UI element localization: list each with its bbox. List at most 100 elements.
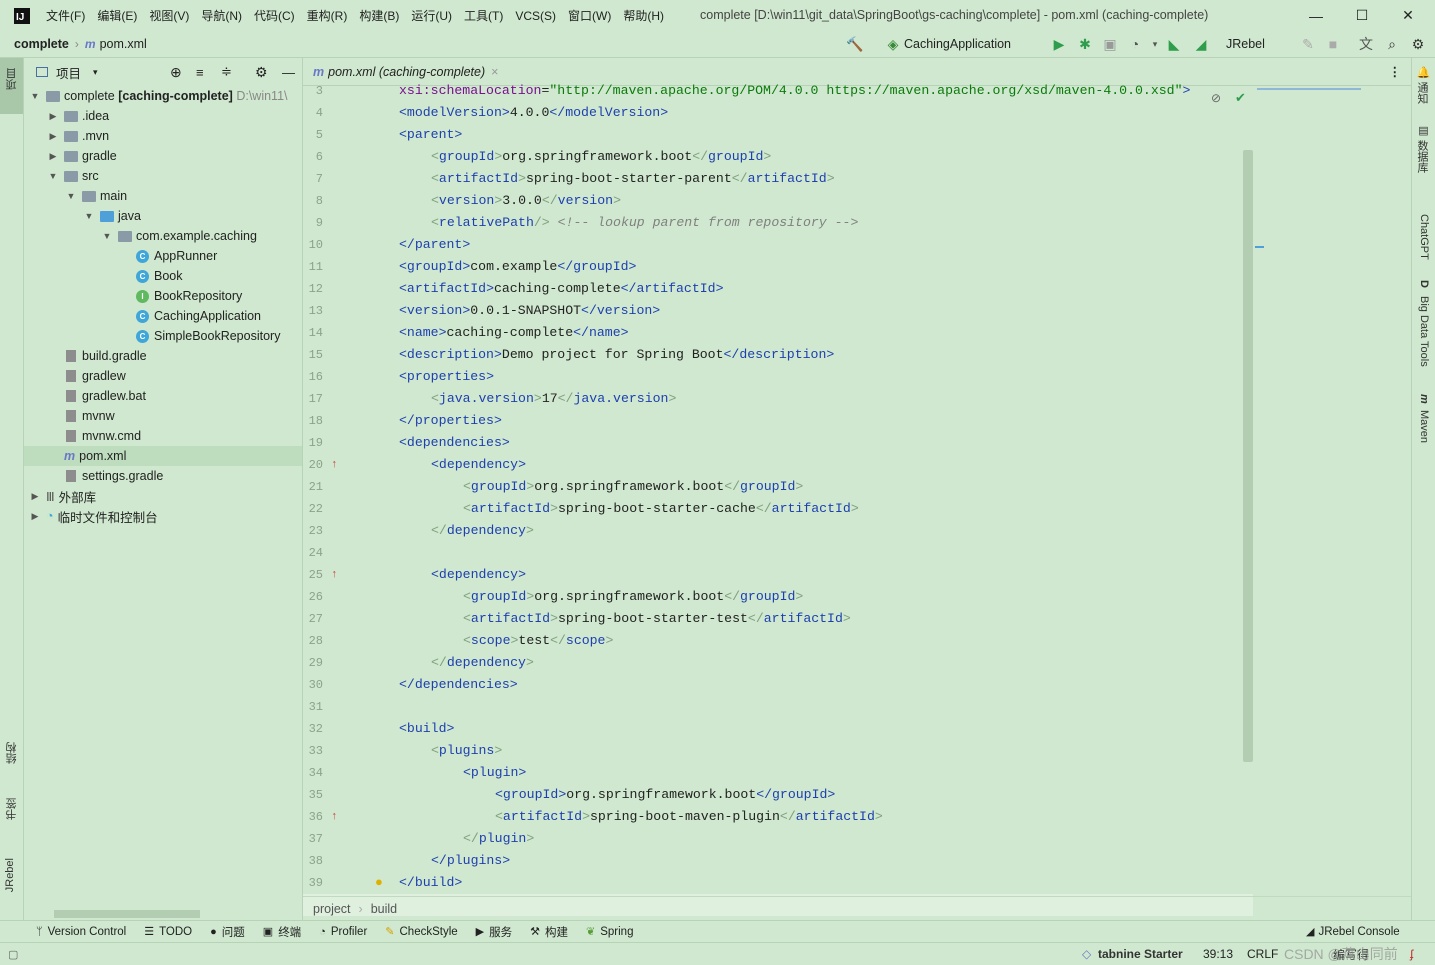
code-line[interactable]: 39 </build> bbox=[303, 872, 1253, 894]
tool-tab-bookmarks[interactable]: 书签 bbox=[4, 798, 20, 820]
code-line[interactable]: 30 </dependencies> bbox=[303, 674, 1253, 696]
hide-panel-icon[interactable]: — bbox=[282, 65, 295, 80]
tool-jrebel-console[interactable]: ◢ JRebel Console bbox=[1306, 925, 1400, 939]
locate-file-icon[interactable]: ⊕ bbox=[170, 64, 182, 81]
chevron-right-icon[interactable]: ▶ bbox=[46, 151, 60, 162]
code-line[interactable]: 8 <version>3.0.0</version> bbox=[303, 190, 1253, 212]
code-line[interactable]: 16 <properties> bbox=[303, 366, 1253, 388]
chevron-down-icon[interactable]: ▼ bbox=[46, 171, 60, 181]
tree-item-java[interactable]: ▼ java bbox=[82, 206, 141, 226]
code-line[interactable]: 17 <java.version>17</java.version> bbox=[303, 388, 1253, 410]
menu-tools[interactable]: 工具(T) bbox=[464, 7, 503, 24]
jrebel-label[interactable]: JRebel bbox=[1226, 37, 1265, 51]
tree-item-cachingapplication[interactable]: C CachingApplication bbox=[136, 306, 261, 326]
tree-item-bookrepository[interactable]: I BookRepository bbox=[136, 286, 242, 306]
project-view-label[interactable]: 项目 bbox=[56, 63, 81, 82]
chevron-down-icon[interactable]: ▼ bbox=[28, 91, 42, 101]
menu-view[interactable]: 视图(V) bbox=[149, 7, 189, 24]
menu-file[interactable]: 文件(F) bbox=[46, 7, 85, 24]
line-separator[interactable]: CRLF bbox=[1247, 947, 1278, 961]
menu-code[interactable]: 代码(C) bbox=[254, 7, 295, 24]
code-line[interactable]: 23 </dependency> bbox=[303, 520, 1253, 542]
tree-item-src[interactable]: ▼ src bbox=[46, 166, 99, 186]
close-tab-icon[interactable]: × bbox=[491, 65, 498, 79]
attach-icon[interactable]: ✎ bbox=[1299, 36, 1317, 52]
tree-item-mvnw[interactable]: mvnw bbox=[64, 406, 115, 426]
code-line[interactable]: 19 <dependencies> bbox=[303, 432, 1253, 454]
code-line[interactable]: 5 <parent> bbox=[303, 124, 1253, 146]
tool-tab-maven[interactable]: Maven bbox=[1418, 410, 1430, 443]
tree-item-pom-xml[interactable]: m pom.xml bbox=[24, 446, 302, 466]
menu-help[interactable]: 帮助(H) bbox=[623, 7, 664, 24]
code-line[interactable]: 25 ↑ <dependency> bbox=[303, 564, 1253, 586]
tree-item-simplebookrepository[interactable]: C SimpleBookRepository bbox=[136, 326, 280, 346]
chevron-right-icon[interactable]: ▶ bbox=[46, 111, 60, 122]
tool-problems[interactable]: ● 问题 bbox=[210, 924, 245, 940]
settings-gear-icon[interactable]: ⚙ bbox=[1409, 36, 1427, 52]
maven-override-gutter-icon[interactable]: ↑ bbox=[331, 564, 338, 586]
close-button[interactable]: ✕ bbox=[1385, 0, 1431, 31]
menu-edit[interactable]: 编辑(E) bbox=[97, 7, 137, 24]
code-line[interactable]: 11 <groupId>com.example</groupId> bbox=[303, 256, 1253, 278]
maven-override-gutter-icon[interactable]: ↑ bbox=[331, 454, 338, 476]
breadcrumb-build[interactable]: build bbox=[371, 902, 397, 916]
code-line[interactable]: 10 </parent> bbox=[303, 234, 1253, 256]
tool-tab-jrebel[interactable]: JRebel bbox=[4, 858, 16, 892]
more-options-icon[interactable]: ⋮ bbox=[1389, 64, 1402, 79]
menu-run[interactable]: 运行(U) bbox=[411, 7, 452, 24]
tool-checkstyle[interactable]: ✎ CheckStyle bbox=[385, 925, 457, 939]
tabnine-status[interactable]: tabnine Starter bbox=[1098, 947, 1183, 961]
code-line[interactable]: 21 <groupId>org.springframework.boot</gro… bbox=[303, 476, 1253, 498]
code-line[interactable]: 7 <artifactId>spring-boot-starter-parent<… bbox=[303, 168, 1253, 190]
debug-icon[interactable]: ✱ bbox=[1076, 36, 1094, 52]
coverage-icon[interactable]: ▣ bbox=[1101, 36, 1119, 52]
editor-tab-pom-xml[interactable]: pom.xml (caching-complete) bbox=[328, 65, 485, 79]
intention-bulb-icon[interactable]: ● bbox=[375, 874, 383, 889]
code-line[interactable]: 35 <groupId>org.springframework.boot</gro… bbox=[303, 784, 1253, 806]
menu-navigate[interactable]: 导航(N) bbox=[201, 7, 242, 24]
tool-build[interactable]: ⚒ 构建 bbox=[530, 924, 568, 940]
code-line[interactable]: 34 <plugin> bbox=[303, 762, 1253, 784]
horizontal-scrollbar[interactable] bbox=[54, 910, 200, 918]
code-line[interactable]: 20 ↑ <dependency> bbox=[303, 454, 1253, 476]
translate-icon[interactable]: 文 bbox=[1357, 36, 1375, 52]
profile-icon[interactable]: ◔ bbox=[1126, 36, 1144, 52]
collapse-all-icon[interactable]: ≑ bbox=[221, 64, 232, 80]
tree-item-apprunner[interactable]: C AppRunner bbox=[136, 246, 217, 266]
tree-item-gradle[interactable]: ▶ gradle bbox=[46, 146, 117, 166]
menu-build[interactable]: 构建(B) bbox=[359, 7, 399, 24]
chevron-down-icon[interactable]: ▼ bbox=[64, 191, 78, 201]
tree-item-mvnw-cmd[interactable]: mvnw.cmd bbox=[64, 426, 141, 446]
build-hammer-icon[interactable]: 🔨 bbox=[846, 36, 864, 52]
chevron-right-icon[interactable]: ▶ bbox=[28, 511, 42, 522]
tree-item-external-libraries[interactable]: ▶ Ⅲ 外部库 bbox=[28, 486, 97, 506]
code-line[interactable]: 27 <artifactId>spring-boot-starter-test</… bbox=[303, 608, 1253, 630]
tree-item-main[interactable]: ▼ main bbox=[64, 186, 128, 206]
code-line[interactable]: 18 </properties> bbox=[303, 410, 1253, 432]
notification-icon[interactable]: ʄ bbox=[1410, 947, 1413, 961]
tree-item-gradlew[interactable]: gradlew bbox=[64, 366, 126, 386]
menu-refactor[interactable]: 重构(R) bbox=[307, 7, 348, 24]
minimize-button[interactable]: — bbox=[1293, 0, 1339, 31]
jrebel-run-icon[interactable]: ◣ bbox=[1165, 36, 1183, 52]
tool-spring[interactable]: ❦ Spring bbox=[586, 925, 633, 939]
code-line[interactable]: 37 </plugin> bbox=[303, 828, 1253, 850]
maximize-button[interactable]: ☐ bbox=[1339, 0, 1385, 31]
jrebel-debug-icon[interactable]: ◢ bbox=[1192, 36, 1210, 52]
chevron-down-icon[interactable]: ▼ bbox=[100, 231, 114, 241]
tool-version-control[interactable]: ᛘ Version Control bbox=[36, 926, 126, 938]
run-config-selector[interactable]: CachingApplication bbox=[904, 37, 1011, 51]
chevron-down-icon[interactable]: ▼ bbox=[82, 211, 96, 221]
tool-tab-notifications-label[interactable]: 通知 bbox=[1414, 82, 1430, 104]
chevron-down-icon[interactable]: ▾ bbox=[93, 67, 98, 78]
tool-terminal[interactable]: ▣ 终端 bbox=[263, 924, 301, 940]
tree-item-package[interactable]: ▼ com.example.caching bbox=[100, 226, 257, 246]
stop-icon[interactable]: ■ bbox=[1324, 36, 1342, 52]
tool-tab-structure[interactable]: 结构 bbox=[4, 742, 20, 764]
menu-window[interactable]: 窗口(W) bbox=[568, 7, 611, 24]
menu-vcs[interactable]: VCS(S) bbox=[515, 9, 556, 23]
caret-position[interactable]: 39:13 bbox=[1203, 947, 1233, 961]
tool-tab-project[interactable]: 项目 bbox=[4, 68, 20, 90]
code-line[interactable]: 15 <description>Demo project for Spring B… bbox=[303, 344, 1253, 366]
code-line[interactable]: 38 </plugins> bbox=[303, 850, 1253, 872]
